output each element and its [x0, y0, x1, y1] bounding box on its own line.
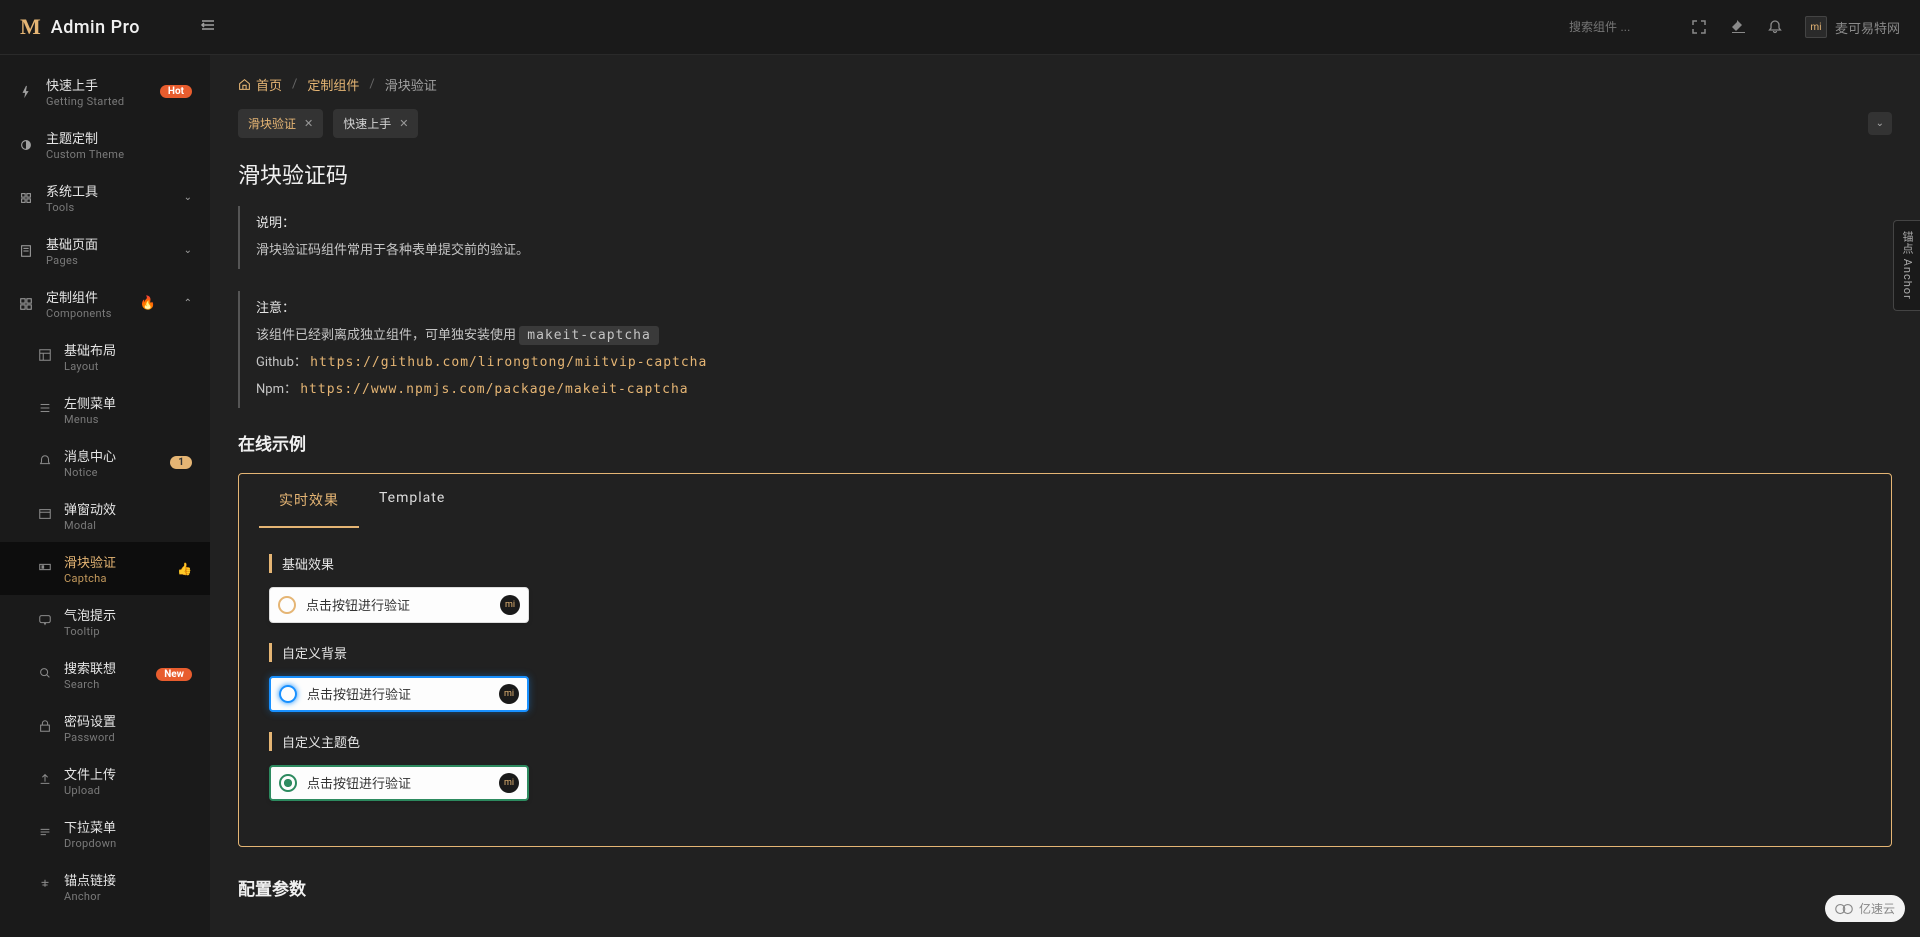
sidebar-item-menus[interactable]: 左侧菜单Menus [0, 383, 210, 436]
sidebar-item-notice[interactable]: 消息中心Notice1 [0, 436, 210, 489]
anchor-icon [38, 878, 52, 895]
upload-icon [38, 772, 52, 789]
demo-tab-Template[interactable]: Template [359, 474, 465, 528]
demo-group-label: 基础效果 [269, 554, 1861, 573]
sidebar-item-getting-started[interactable]: 快速上手Getting StartedHot [0, 65, 210, 118]
modal-icon [38, 507, 52, 524]
user-menu[interactable]: mi 麦可易特网 [1805, 16, 1900, 38]
demo-tab-实时效果[interactable]: 实时效果 [259, 474, 359, 528]
badge: Hot [160, 85, 192, 98]
layout-icon [38, 348, 52, 365]
badge: New [156, 668, 192, 681]
sidebar-item-custom-theme[interactable]: 主题定制Custom Theme [0, 118, 210, 171]
npm-link[interactable]: https://www.npmjs.com/package/makeit-cap… [300, 382, 688, 397]
avatar: mi [1805, 16, 1827, 38]
sidebar-item-pages[interactable]: 基础页面Pages [0, 224, 210, 277]
captcha-logo-icon: mi [499, 773, 519, 793]
radar-icon [279, 685, 297, 703]
breadcrumb-last: 滑块验证 [385, 75, 437, 94]
breadcrumb-mid[interactable]: 定制组件 [307, 75, 359, 94]
search-icon [38, 666, 52, 683]
sidebar-item-modal[interactable]: 弹窗动效Modal [0, 489, 210, 542]
captcha-logo-icon: mi [500, 595, 520, 615]
theme-icon [18, 138, 34, 152]
fullscreen-icon[interactable] [1691, 19, 1707, 35]
close-icon[interactable]: ✕ [399, 117, 408, 130]
thumbs-up-icon: 👍 [177, 562, 192, 576]
sidebar: 快速上手Getting StartedHot主题定制Custom Theme系统… [0, 55, 210, 937]
password-icon [38, 719, 52, 736]
tools-icon [18, 191, 34, 205]
tooltip-icon [38, 613, 52, 630]
sidebar-item-password[interactable]: 密码设置Password [0, 701, 210, 754]
tab-滑块验证[interactable]: 滑块验证✕ [238, 109, 323, 138]
breadcrumb-home[interactable]: 首页 [238, 75, 282, 94]
tabs-bar: 滑块验证✕ 快速上手✕ ⌄ [210, 109, 1920, 153]
section-demo-title: 在线示例 [238, 430, 1892, 455]
badge: 1 [170, 456, 192, 469]
captcha-button[interactable]: 点击按钮进行验证mi [269, 676, 529, 712]
sidebar-item-captcha[interactable]: 滑块验证Captcha👍 [0, 542, 210, 595]
sidebar-item-tooltip[interactable]: 气泡提示Tooltip [0, 595, 210, 648]
tab-快速上手[interactable]: 快速上手✕ [333, 109, 418, 138]
pages-icon [18, 244, 34, 258]
notice-icon [38, 454, 52, 471]
breadcrumb: 首页 / 定制组件 / 滑块验证 [210, 55, 1920, 109]
chevron-up-icon [184, 298, 192, 309]
watermark: 亿速云 [1825, 895, 1905, 922]
logo[interactable]: M Admin Pro [20, 14, 140, 40]
fire-icon: 🔥 [140, 296, 156, 311]
flash-icon [18, 85, 34, 99]
menus-icon [38, 401, 52, 418]
theme-paint-icon[interactable] [1729, 19, 1745, 35]
github-link[interactable]: https://github.com/lirongtong/miitvip-ca… [310, 355, 707, 370]
captcha-logo-icon: mi [499, 684, 519, 704]
sidebar-collapse-button[interactable] [200, 17, 216, 37]
dropdown-icon [38, 825, 52, 842]
captcha-button[interactable]: 点击按钮进行验证mi [269, 765, 529, 801]
sidebar-item-layout[interactable]: 基础布局Layout [0, 330, 210, 383]
bell-icon[interactable] [1767, 19, 1783, 35]
chevron-down-icon [184, 245, 192, 256]
demo-group-label: 自定义主题色 [269, 732, 1861, 751]
demo-box: 实时效果Template 基础效果点击按钮进行验证mi自定义背景点击按钮进行验证… [238, 473, 1892, 847]
sidebar-item-dropdown[interactable]: 下拉菜单Dropdown [0, 807, 210, 860]
logo-mark-icon: M [20, 14, 41, 40]
search-input[interactable] [1569, 20, 1669, 34]
username: 麦可易特网 [1835, 18, 1900, 37]
radar-icon [278, 596, 296, 614]
tabs-dropdown-button[interactable]: ⌄ [1868, 112, 1892, 135]
close-icon[interactable]: ✕ [304, 117, 313, 130]
sidebar-item-tools[interactable]: 系统工具Tools [0, 171, 210, 224]
captcha-button[interactable]: 点击按钮进行验证mi [269, 587, 529, 623]
description-note: 说明： 滑块验证码组件常用于各种表单提交前的验证。 [238, 206, 1892, 269]
sidebar-item-upload[interactable]: 文件上传Upload [0, 754, 210, 807]
chevron-down-icon [184, 192, 192, 203]
section-config-title: 配置参数 [238, 875, 1892, 900]
anchor-tab[interactable]: 锚点 Anchor [1893, 220, 1920, 311]
sidebar-item-search[interactable]: 搜索联想SearchNew [0, 648, 210, 701]
captcha-icon [38, 560, 52, 577]
logo-text: Admin Pro [51, 17, 140, 38]
attention-note: 注意： 该组件已经剥离成独立组件，可单独安装使用 makeit-captcha … [238, 291, 1892, 408]
components-icon [18, 297, 34, 311]
package-name-code: makeit-captcha [519, 326, 659, 345]
radar-icon [279, 774, 297, 792]
sidebar-item-anchor[interactable]: 锚点链接Anchor [0, 860, 210, 913]
page-title: 滑块验证码 [238, 158, 1892, 190]
demo-group-label: 自定义背景 [269, 643, 1861, 662]
sidebar-item-components[interactable]: 定制组件Components🔥 [0, 277, 210, 330]
